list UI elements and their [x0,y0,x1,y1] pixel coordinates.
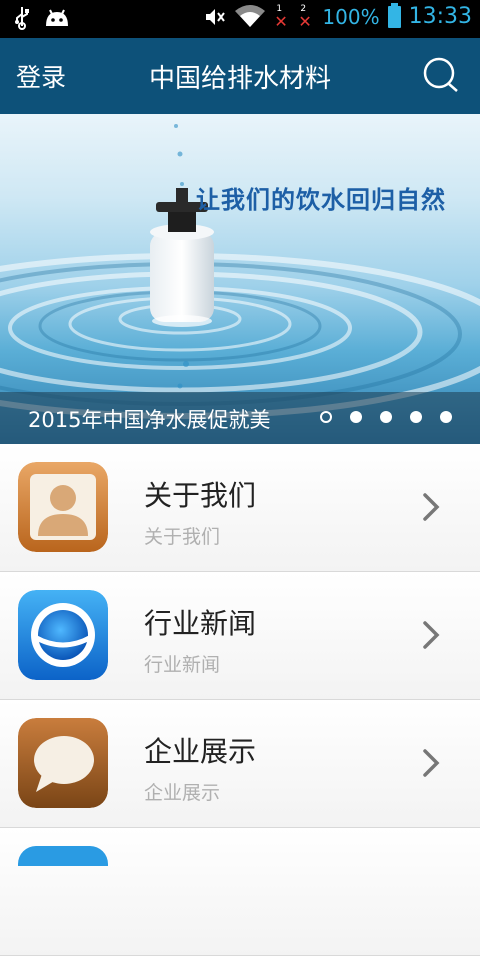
news-globe-icon [18,590,108,680]
banner-carousel[interactable]: 让我们的饮水回归自然 2015年中国净水展促就美 [0,114,480,444]
carousel-dot[interactable] [380,411,392,423]
carousel-dot[interactable] [440,411,452,423]
chevron-right-icon [423,621,440,649]
battery-percentage: 100% [322,4,380,29]
user-profile-icon [18,462,108,552]
page-title: 中国给排水材料 [148,64,331,94]
carousel-dot[interactable] [350,411,362,423]
speech-bubble-icon [18,718,108,808]
banner-caption-bar: 2015年中国净水展促就美 [0,392,480,444]
menu-item-about-us[interactable]: 关于我们 关于我们 [0,444,480,572]
menu-item-title: 关于我们 [144,479,257,512]
carousel-dot-active[interactable] [320,411,332,423]
menu-item-subtitle: 关于我们 [144,526,221,548]
menu-item-company-showcase[interactable]: 企业展示 企业展示 [0,700,480,828]
status-bar: 1 ✕ 2 ✕ 100% 13:33 [0,0,480,38]
menu-item-industry-news[interactable]: 行业新闻 行业新闻 [0,572,480,700]
wifi-icon [235,4,266,27]
menu-item-title: 行业新闻 [144,607,257,640]
menu-item-partial[interactable] [0,828,480,956]
menu-list: 关于我们 关于我们 行业新闻 行业新闻 企业展示 企业展示 [0,444,480,956]
status-bar-system: 1 ✕ 2 ✕ 100% 13:33 [204,2,472,31]
carousel-dot[interactable] [410,411,422,423]
banner-slogan: 让我们的饮水回归自然 [196,185,446,214]
status-bar-notifications [14,6,70,30]
menu-item-subtitle: 行业新闻 [144,654,221,676]
android-debug-icon [46,9,68,26]
sim1-no-signal-icon: 1 ✕ [274,3,288,31]
banner-caption: 2015年中国净水展促就美 [28,408,271,432]
partial-menu-icon [18,846,108,866]
mute-icon [206,8,226,25]
usb-icon [15,7,29,30]
search-icon[interactable] [422,56,462,96]
battery-icon [387,2,401,28]
carousel-indicators [320,411,452,423]
menu-item-title: 企业展示 [144,735,257,768]
sim2-no-signal-icon: 2 ✕ [298,3,312,31]
menu-item-subtitle: 企业展示 [144,782,221,804]
clock: 13:33 [408,4,472,29]
login-button[interactable]: 登录 [16,58,66,94]
chevron-right-icon [423,749,440,777]
app-header: 中国给排水材料 登录 [0,38,480,114]
chevron-right-icon [423,493,440,521]
